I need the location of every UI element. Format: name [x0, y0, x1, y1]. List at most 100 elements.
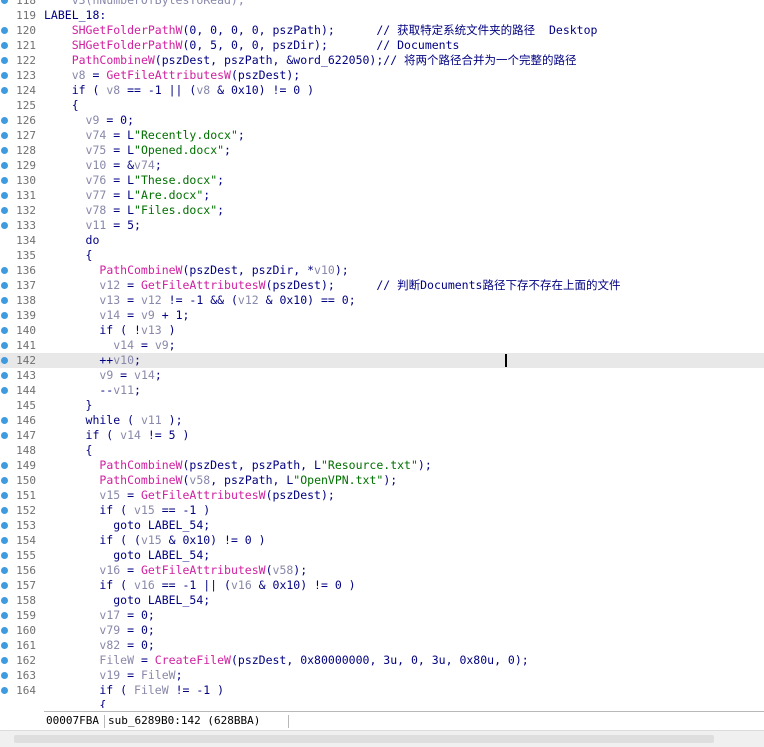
- code-text[interactable]: v14 = v9;: [44, 338, 175, 353]
- line-marker-icon[interactable]: [1, 582, 8, 589]
- code-text[interactable]: v82 = 0;: [44, 638, 154, 653]
- code-line[interactable]: 138 v13 = v12 != -1 && (v12 & 0x10) == 0…: [0, 293, 764, 308]
- code-line[interactable]: 161 v82 = 0;: [0, 638, 764, 653]
- code-text[interactable]: ++v10;: [44, 353, 141, 368]
- horizontal-scrollbar[interactable]: [0, 730, 764, 747]
- code-line[interactable]: 156 v16 = GetFileAttributesW(v58);: [0, 563, 764, 578]
- code-line[interactable]: 154 if ( (v15 & 0x10) != 0 ): [0, 533, 764, 548]
- code-text[interactable]: v9 = v14;: [44, 368, 161, 383]
- code-line[interactable]: 148 {: [0, 443, 764, 458]
- line-marker-icon[interactable]: [1, 552, 8, 559]
- code-line[interactable]: 153 goto LABEL_54;: [0, 518, 764, 533]
- code-text[interactable]: }: [44, 398, 93, 413]
- line-marker-icon[interactable]: [1, 537, 8, 544]
- code-text[interactable]: v14 = v9 + 1;: [44, 308, 189, 323]
- line-marker-icon[interactable]: [1, 117, 8, 124]
- line-marker-icon[interactable]: [1, 612, 8, 619]
- line-marker-icon[interactable]: [1, 567, 8, 574]
- line-marker-icon[interactable]: [1, 207, 8, 214]
- code-line[interactable]: 134 do: [0, 233, 764, 248]
- line-marker-icon[interactable]: [1, 327, 8, 334]
- code-line[interactable]: 131 v77 = L"Are.docx";: [0, 188, 764, 203]
- code-line[interactable]: 121 SHGetFolderPathW(0, 5, 0, 0, pszDir)…: [0, 38, 764, 53]
- code-line[interactable]: 125 {: [0, 98, 764, 113]
- code-text[interactable]: v12 = GetFileAttributesW(pszDest); // 判断…: [44, 278, 620, 293]
- code-text[interactable]: v75 = L"Opened.docx";: [44, 143, 231, 158]
- line-marker-icon[interactable]: [1, 462, 8, 469]
- code-line[interactable]: 135 {: [0, 248, 764, 263]
- code-line[interactable]: 118 v3(hNumberOfBytesToRead);: [0, 0, 764, 8]
- code-text[interactable]: do: [44, 233, 100, 248]
- code-line[interactable]: 144 --v11;: [0, 383, 764, 398]
- line-marker-icon[interactable]: [1, 342, 8, 349]
- code-text[interactable]: LABEL_18:: [44, 8, 106, 23]
- line-marker-icon[interactable]: [1, 162, 8, 169]
- line-marker-icon[interactable]: [1, 177, 8, 184]
- line-marker-icon[interactable]: [1, 372, 8, 379]
- code-line[interactable]: 123 v8 = GetFileAttributesW(pszDest);: [0, 68, 764, 83]
- line-marker-icon[interactable]: [1, 417, 8, 424]
- code-text[interactable]: v74 = L"Recently.docx";: [44, 128, 245, 143]
- code-line[interactable]: 163 v19 = FileW;: [0, 668, 764, 683]
- code-text[interactable]: {: [44, 98, 79, 113]
- code-text[interactable]: {: [44, 248, 93, 263]
- code-text[interactable]: v19 = FileW;: [44, 668, 182, 683]
- line-marker-icon[interactable]: [1, 27, 8, 34]
- line-marker-icon[interactable]: [1, 432, 8, 439]
- code-line[interactable]: 152 if ( v15 == -1 ): [0, 503, 764, 518]
- code-line[interactable]: 128 v75 = L"Opened.docx";: [0, 143, 764, 158]
- line-marker-icon[interactable]: [1, 312, 8, 319]
- code-line[interactable]: 120 SHGetFolderPathW(0, 0, 0, 0, pszPath…: [0, 23, 764, 38]
- code-text[interactable]: v15 = GetFileAttributesW(pszDest);: [44, 488, 334, 503]
- line-marker-icon[interactable]: [1, 627, 8, 634]
- scrollbar-thumb[interactable]: [14, 735, 714, 743]
- code-line[interactable]: 119 LABEL_18:: [0, 8, 764, 23]
- line-marker-icon[interactable]: [1, 522, 8, 529]
- line-marker-icon[interactable]: [1, 87, 8, 94]
- code-text[interactable]: if ( v15 == -1 ): [44, 503, 210, 518]
- code-line[interactable]: 136 PathCombineW(pszDest, pszDir, *v10);: [0, 263, 764, 278]
- line-marker-icon[interactable]: [1, 687, 8, 694]
- line-marker-icon[interactable]: [1, 657, 8, 664]
- code-text[interactable]: v79 = 0;: [44, 623, 154, 638]
- code-line[interactable]: 132 v78 = L"Files.docx";: [0, 203, 764, 218]
- line-marker-icon[interactable]: [1, 192, 8, 199]
- code-line[interactable]: 149 PathCombineW(pszDest, pszPath, L"Res…: [0, 458, 764, 473]
- code-line[interactable]: 127 v74 = L"Recently.docx";: [0, 128, 764, 143]
- pseudocode-view[interactable]: 118 v3(hNumberOfBytesToRead); 119 LABEL_18…: [0, 0, 764, 708]
- code-line[interactable]: 157 if ( v16 == -1 || (v16 & 0x10) != 0 …: [0, 578, 764, 593]
- line-marker-icon[interactable]: [1, 642, 8, 649]
- code-text[interactable]: if ( v14 != 5 ): [44, 428, 190, 443]
- code-text[interactable]: PathCombineW(pszDest, pszDir, *v10);: [44, 263, 348, 278]
- code-text[interactable]: goto LABEL_54;: [44, 548, 210, 563]
- line-marker-icon[interactable]: [1, 507, 8, 514]
- code-text[interactable]: while ( v11 );: [44, 413, 183, 428]
- code-text[interactable]: v17 = 0;: [44, 608, 154, 623]
- line-marker-icon[interactable]: [1, 672, 8, 679]
- code-text[interactable]: PathCombineW(v58, pszPath, L"OpenVPN.txt…: [44, 473, 397, 488]
- code-text[interactable]: {: [44, 443, 93, 458]
- code-line[interactable]: 151 v15 = GetFileAttributesW(pszDest);: [0, 488, 764, 503]
- code-text[interactable]: v77 = L"Are.docx";: [44, 188, 211, 203]
- line-marker-icon[interactable]: [1, 492, 8, 499]
- line-marker-icon[interactable]: [1, 597, 8, 604]
- code-line[interactable]: 150 PathCombineW(v58, pszPath, L"OpenVPN…: [0, 473, 764, 488]
- code-line[interactable]: 159 v17 = 0;: [0, 608, 764, 623]
- line-marker-icon[interactable]: [1, 57, 8, 64]
- code-text[interactable]: v3(hNumberOfBytesToRead);: [44, 0, 245, 8]
- code-text[interactable]: v76 = L"These.docx";: [44, 173, 225, 188]
- code-text[interactable]: if ( !v13 ): [44, 323, 175, 338]
- line-marker-icon[interactable]: [1, 72, 8, 79]
- code-text[interactable]: v11 = 5;: [44, 218, 141, 233]
- code-text[interactable]: FileW = CreateFileW(pszDest, 0x80000000,…: [44, 653, 528, 668]
- code-line[interactable]: 142 ++v10;: [0, 353, 764, 368]
- code-text[interactable]: --v11;: [44, 383, 141, 398]
- line-marker-icon[interactable]: [1, 222, 8, 229]
- code-line[interactable]: 140 if ( !v13 ): [0, 323, 764, 338]
- code-text[interactable]: v13 = v12 != -1 && (v12 & 0x10) == 0;: [44, 293, 355, 308]
- code-line[interactable]: 139 v14 = v9 + 1;: [0, 308, 764, 323]
- code-line[interactable]: 158 goto LABEL_54;: [0, 593, 764, 608]
- code-line[interactable]: 160 v79 = 0;: [0, 623, 764, 638]
- code-line[interactable]: 141 v14 = v9;: [0, 338, 764, 353]
- code-text[interactable]: PathCombineW(pszDest, pszPath, &word_622…: [44, 53, 577, 68]
